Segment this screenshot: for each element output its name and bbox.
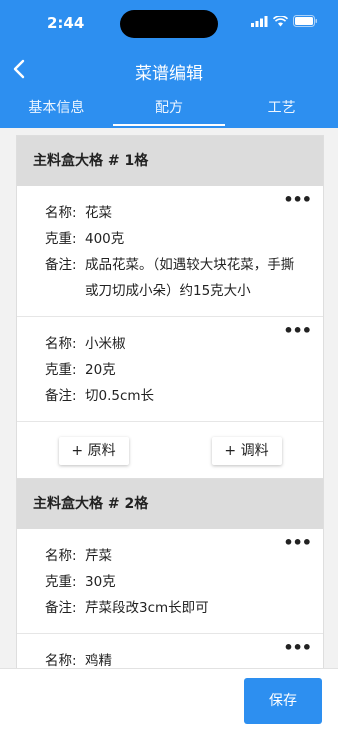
status-time: 2:44 — [47, 14, 85, 32]
ingredient-weight: 400克 — [85, 231, 125, 247]
more-icon[interactable]: ••• — [283, 638, 312, 657]
ingredient-item[interactable]: ••• 名称: 花菜 克重: 400克 备注: 成品花菜。（如遇较大块花菜，手撕或刀切… — [17, 186, 323, 317]
ingredient-name: 芹菜 — [85, 548, 112, 564]
ingredient-item[interactable]: ••• 名称: 鸡精 — [17, 634, 323, 668]
ingredient-card: 主料盒大格 # 1格 ••• 名称: 花菜 克重: 400克 备注: 成品花菜。（如遇… — [16, 135, 324, 480]
content-scroll[interactable]: 主料盒大格 # 1格 ••• 名称: 花菜 克重: 400克 备注: 成品花菜。（如遇… — [0, 128, 338, 668]
ingredient-name: 花菜 — [85, 205, 112, 221]
note-label: 备注: — [45, 257, 77, 273]
ingredient-weight: 20克 — [85, 362, 116, 378]
add-seasoning-button[interactable]: + 调料 — [211, 437, 282, 465]
ingredient-name: 小米椒 — [85, 336, 126, 352]
status-bar: 2:44 — [0, 0, 338, 44]
more-icon[interactable]: ••• — [283, 190, 312, 209]
weight-label: 克重: — [45, 362, 77, 378]
save-button[interactable]: 保存 — [244, 678, 322, 724]
add-raw-material-button[interactable]: + 原料 — [58, 437, 129, 465]
wifi-icon — [273, 15, 288, 26]
ingredient-note: 芹菜段改3cm长即可 — [85, 600, 209, 616]
ingredient-weight: 30克 — [85, 574, 116, 590]
note-label: 备注: — [45, 600, 77, 616]
ingredient-note: 成品花菜。（如遇较大块花菜，手撕或刀切成小朵）约15克大小 — [85, 257, 295, 299]
nav-bar: 菜谱编辑 — [0, 52, 338, 88]
more-icon[interactable]: ••• — [283, 533, 312, 552]
battery-icon — [293, 15, 317, 27]
tab-basic-info[interactable]: 基本信息 — [0, 96, 113, 124]
bottom-bar: 保存 — [0, 668, 338, 733]
ingredient-card: 主料盒大格 # 2格 ••• 名称: 芹菜 克重: 30克 备注: 芹菜段改3cm长即… — [16, 478, 324, 668]
name-label: 名称: — [45, 653, 77, 668]
note-label: 备注: — [45, 388, 77, 404]
signal-icon — [251, 15, 268, 27]
name-label: 名称: — [45, 205, 77, 221]
card-header: 主料盒大格 # 1格 — [17, 136, 323, 186]
app-header: 2:44 菜谱编辑 基本信息 配方 工艺 — [0, 0, 338, 128]
ingredient-item[interactable]: ••• 名称: 芹菜 克重: 30克 备注: 芹菜段改3cm长即可 — [17, 529, 323, 634]
status-icons — [251, 15, 318, 27]
ingredient-name: 鸡精 — [85, 653, 112, 668]
ingredient-note: 切0.5cm长 — [85, 388, 155, 404]
dynamic-island — [120, 10, 218, 38]
ingredient-item[interactable]: ••• 名称: 小米椒 克重: 20克 备注: 切0.5cm长 — [17, 317, 323, 422]
tab-bar: 基本信息 配方 工艺 — [0, 96, 338, 126]
name-label: 名称: — [45, 548, 77, 564]
more-icon[interactable]: ••• — [283, 321, 312, 340]
name-label: 名称: — [45, 336, 77, 352]
weight-label: 克重: — [45, 574, 77, 590]
tab-recipe[interactable]: 配方 — [112, 96, 226, 126]
card-header: 主料盒大格 # 2格 — [17, 479, 323, 529]
tab-process[interactable]: 工艺 — [225, 96, 338, 124]
page-title: 菜谱编辑 — [135, 64, 203, 84]
weight-label: 克重: — [45, 231, 77, 247]
card-actions: + 原料 + 调料 — [17, 422, 323, 479]
